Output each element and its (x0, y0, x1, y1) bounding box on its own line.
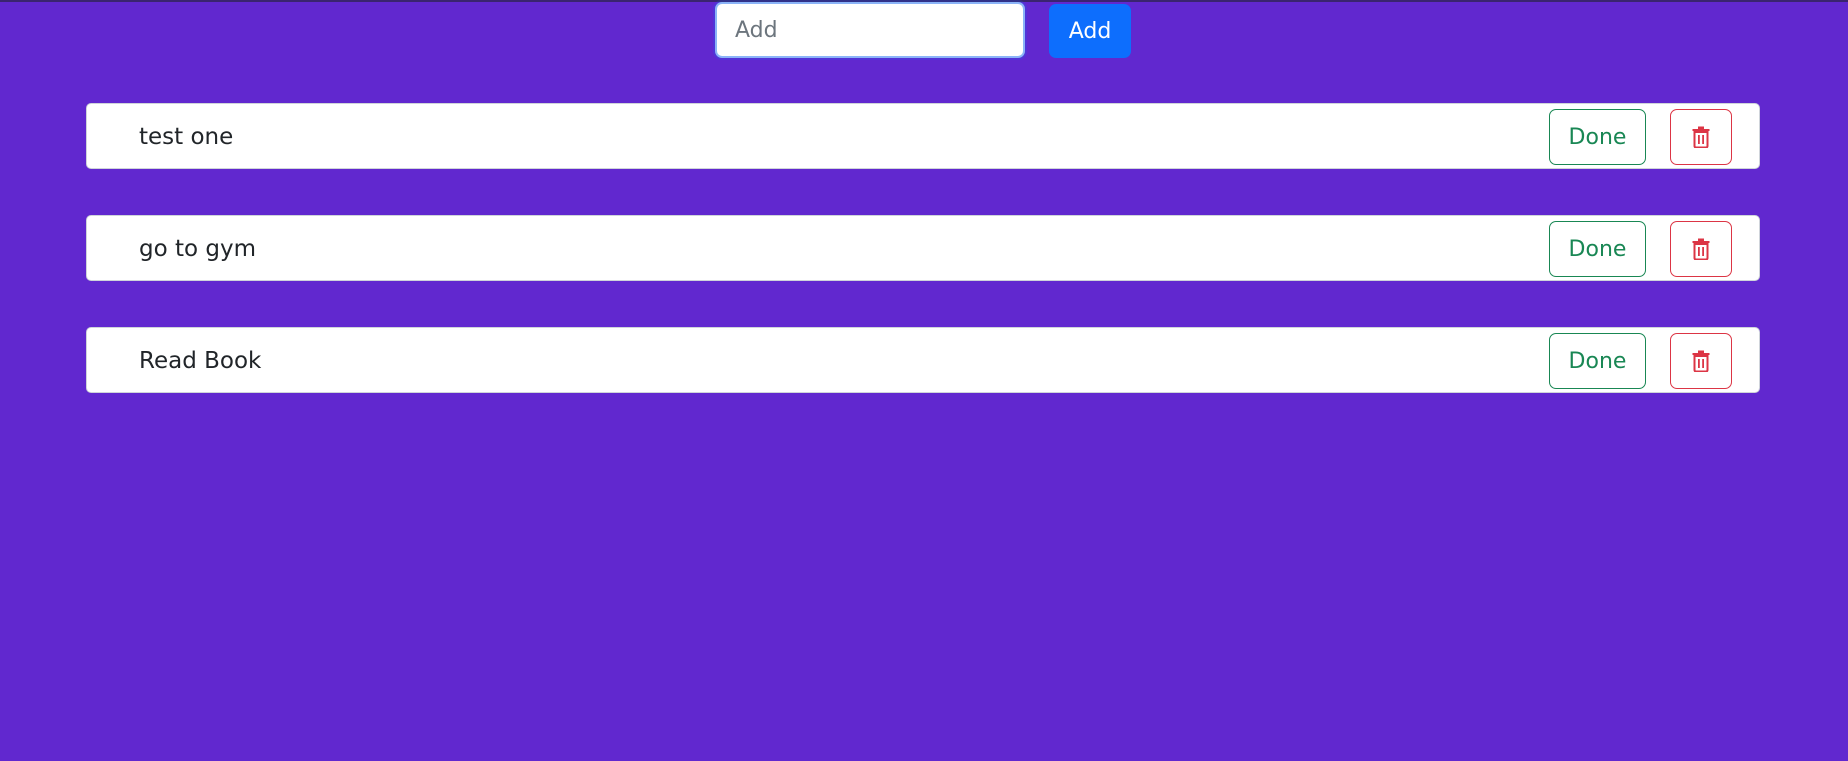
delete-button[interactable] (1670, 333, 1732, 389)
add-todo-input[interactable] (715, 2, 1025, 58)
todo-text: go to gym (139, 236, 256, 262)
todo-item: test one Done (86, 103, 1760, 169)
done-button[interactable]: Done (1549, 333, 1646, 389)
trash-icon (1692, 350, 1710, 372)
add-button[interactable]: Add (1049, 4, 1131, 58)
delete-button[interactable] (1670, 109, 1732, 165)
todo-item: Read Book Done (86, 327, 1760, 393)
done-button[interactable]: Done (1549, 221, 1646, 277)
trash-icon (1692, 238, 1710, 260)
todo-text: test one (139, 124, 234, 150)
done-button[interactable]: Done (1549, 109, 1646, 165)
todo-text: Read Book (139, 348, 262, 374)
delete-button[interactable] (1670, 221, 1732, 277)
todo-item: go to gym Done (86, 215, 1760, 281)
trash-icon (1692, 126, 1710, 148)
todo-list: test one Done go to gym Done Read Book D… (86, 103, 1760, 439)
add-todo-form: Add (715, 2, 1131, 58)
